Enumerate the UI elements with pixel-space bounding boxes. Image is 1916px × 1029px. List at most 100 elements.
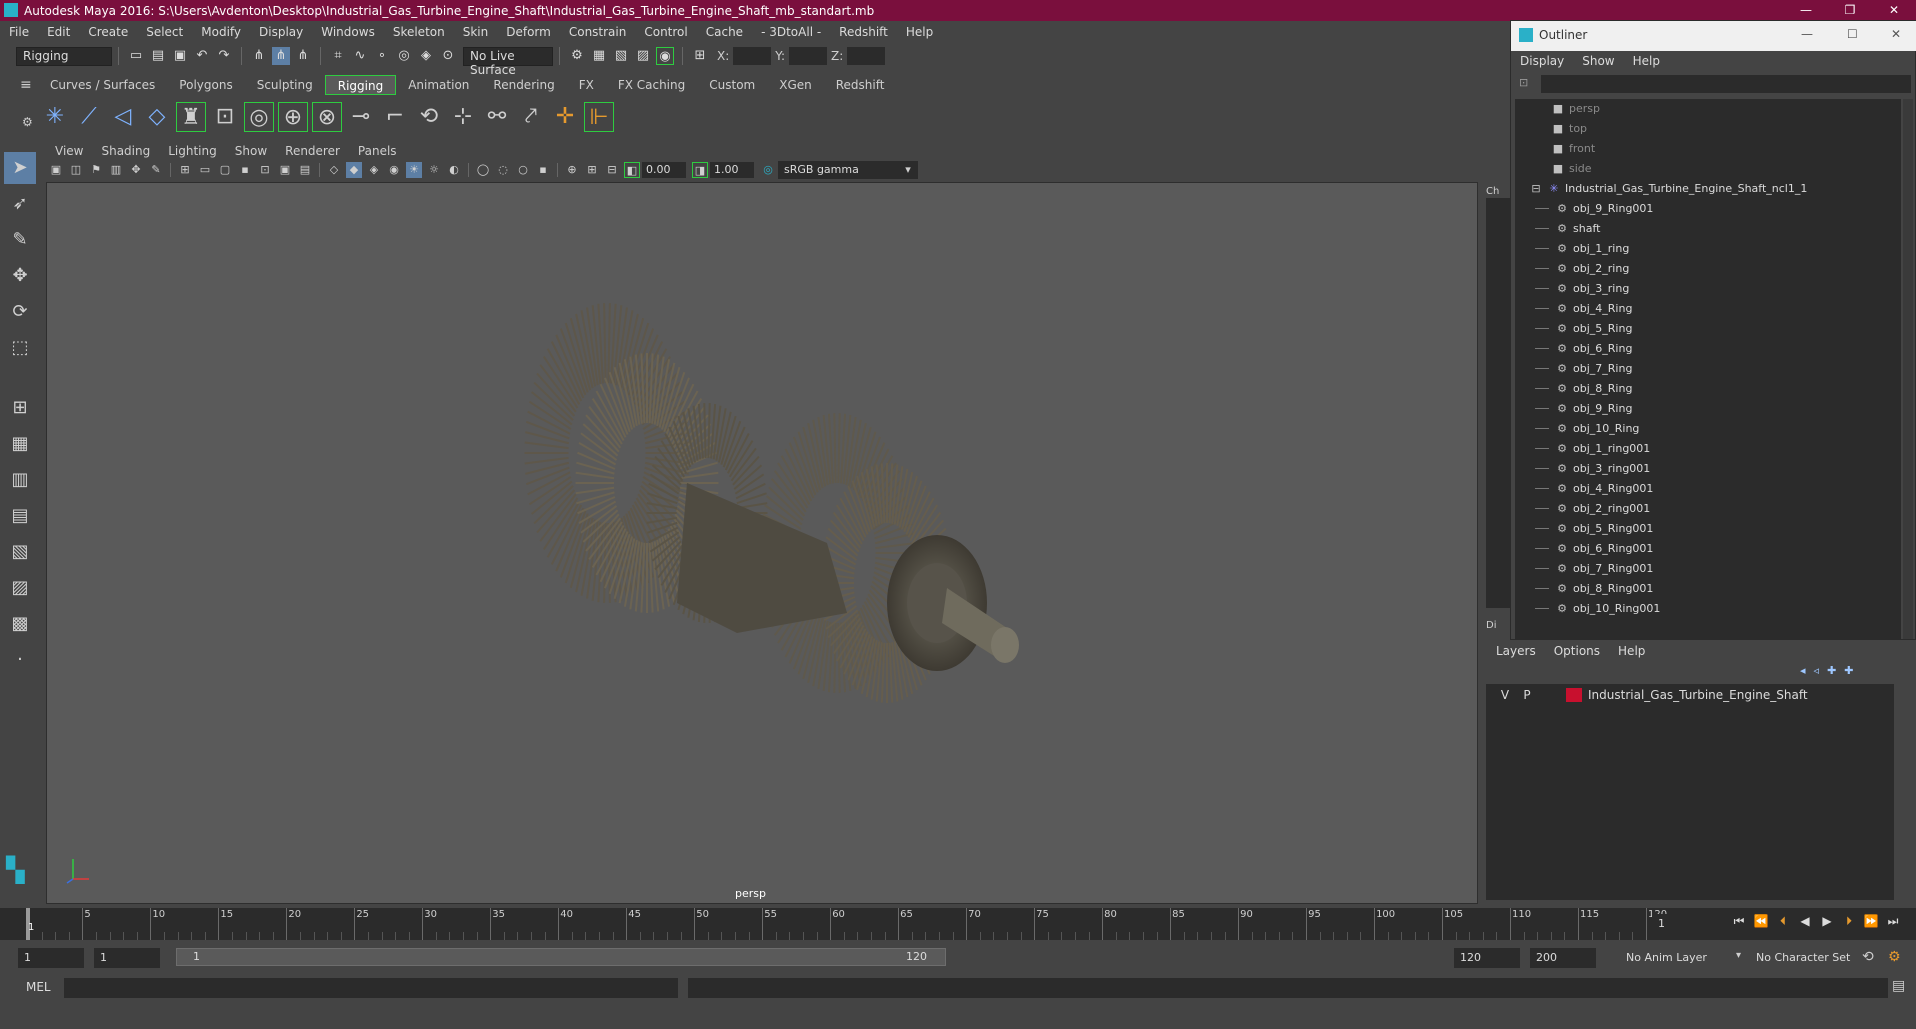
move-layer-down-icon[interactable]: ◃ <box>1814 664 1820 677</box>
render-settings-icon[interactable]: ⚙ <box>568 47 586 65</box>
joint-tool-icon[interactable]: ⟋ <box>74 102 104 132</box>
single-pane-icon[interactable]: ▦ <box>4 428 36 460</box>
outliner-item[interactable]: ⚙ obj_10_Ring001 <box>1515 599 1901 619</box>
rotate-tool-icon[interactable]: ⟳ <box>4 296 36 328</box>
select-hierarchy-icon[interactable]: ⋔ <box>250 47 268 65</box>
menu-edit[interactable]: Edit <box>38 25 79 39</box>
frame-all-icon[interactable]: ⊞ <box>584 162 600 178</box>
shelf-menu-icon[interactable]: ≡ <box>20 77 32 93</box>
menu-help[interactable]: Help <box>897 25 942 39</box>
chevron-down-icon[interactable]: ▾ <box>1736 950 1741 961</box>
parent-constraint-icon[interactable]: ⌐ <box>380 102 410 132</box>
point-constraint-icon[interactable]: ⟲ <box>414 102 444 132</box>
outliner-item[interactable]: ⚙ obj_8_Ring001 <box>1515 579 1901 599</box>
menu-modify[interactable]: Modify <box>192 25 250 39</box>
outliner-item[interactable]: ⚙ obj_7_Ring <box>1515 359 1901 379</box>
outliner-item[interactable]: ⚙ obj_9_Ring <box>1515 399 1901 419</box>
menu-3dtoall[interactable]: - 3DtoAll - <box>752 25 830 39</box>
outliner-scrollbar[interactable] <box>1903 99 1913 639</box>
vp-menu-show[interactable]: Show <box>226 144 276 158</box>
maximize-icon[interactable]: ☐ <box>1847 27 1858 41</box>
pole-vector-icon[interactable]: ✛ <box>550 102 580 132</box>
smooth-shade-icon[interactable]: ◆ <box>346 162 362 178</box>
open-scene-icon[interactable]: ▤ <box>149 47 167 65</box>
locator-icon[interactable]: ✳ <box>40 102 70 132</box>
anim-layer-dropdown[interactable]: No Anim Layer <box>1620 948 1738 968</box>
new-layer-icon[interactable]: ✚ <box>1827 664 1836 677</box>
tab-curves-surfaces[interactable]: Curves / Surfaces <box>38 75 167 95</box>
close-icon[interactable]: ✕ <box>1891 27 1901 41</box>
minimize-button[interactable]: — <box>1784 0 1828 21</box>
gamma-icon[interactable]: ◨ <box>692 162 708 178</box>
wireframe-on-shaded-icon[interactable]: ◈ <box>366 162 382 178</box>
tab-sculpting[interactable]: Sculpting <box>245 75 325 95</box>
undo-icon[interactable]: ↶ <box>193 47 211 65</box>
go-to-end-icon[interactable]: ⏭ <box>1882 910 1904 932</box>
last-tool-icon[interactable]: ⊞ <box>4 392 36 424</box>
resolution-gate-icon[interactable]: ▢ <box>217 162 233 178</box>
tab-xgen[interactable]: XGen <box>767 75 824 95</box>
layer-menu-options[interactable]: Options <box>1554 644 1610 658</box>
outliner-item[interactable]: ⚙ obj_1_ring001 <box>1515 439 1901 459</box>
render-frame-icon[interactable]: ▦ <box>590 47 608 65</box>
hik-icon[interactable]: ♜ <box>176 102 206 132</box>
xray-icon[interactable]: ◯ <box>475 162 491 178</box>
shadows-icon[interactable]: ☼ <box>426 162 442 178</box>
menu-skin[interactable]: Skin <box>454 25 498 39</box>
bind-skin-icon[interactable]: ⊸ <box>346 102 376 132</box>
tab-animation[interactable]: Animation <box>396 75 481 95</box>
ik-handle-icon[interactable]: ◁ <box>108 102 138 132</box>
outliner-item[interactable]: ⚙ obj_6_Ring001 <box>1515 539 1901 559</box>
tab-rendering[interactable]: Rendering <box>481 75 566 95</box>
ik-spline-icon[interactable]: ◇ <box>142 102 172 132</box>
layout-more-icon[interactable]: · <box>4 644 36 676</box>
lasso-tool-icon[interactable]: ➶ <box>4 188 36 220</box>
sculpt-deformer-icon[interactable]: ⊗ <box>312 102 342 132</box>
tab-rigging[interactable]: Rigging <box>324 75 397 95</box>
tab-redshift[interactable]: Redshift <box>824 75 897 95</box>
x-field[interactable] <box>733 47 772 65</box>
display-tab[interactable]: Di <box>1486 620 1496 631</box>
render-view-icon[interactable]: ▨ <box>634 47 652 65</box>
vp-menu-panels[interactable]: Panels <box>349 144 406 158</box>
outliner-item[interactable]: ⚙ obj_3_ring001 <box>1515 459 1901 479</box>
outliner-item[interactable]: ⚙ obj_10_Ring <box>1515 419 1901 439</box>
filter-icon[interactable]: ⊡ <box>1519 76 1528 89</box>
tab-fx-caching[interactable]: FX Caching <box>606 75 697 95</box>
close-button[interactable]: ✕ <box>1872 0 1916 21</box>
layer-color-swatch[interactable] <box>1566 688 1582 702</box>
transform-mode-icon[interactable]: ⊞ <box>691 47 709 65</box>
outliner-item[interactable]: ⚙ obj_4_Ring <box>1515 299 1901 319</box>
outliner-item[interactable]: ⚙ obj_3_ring <box>1515 279 1901 299</box>
play-backward-icon[interactable]: ◀ <box>1794 910 1816 932</box>
menu-redshift[interactable]: Redshift <box>830 25 897 39</box>
bookmark-icon[interactable]: ⚑ <box>88 162 104 178</box>
command-language-label[interactable]: MEL <box>26 980 51 994</box>
layer-playback-toggle[interactable]: P <box>1516 684 1538 706</box>
wireframe-icon[interactable]: ◇ <box>326 162 342 178</box>
select-component-icon[interactable]: ⋔ <box>294 47 312 65</box>
outliner-item[interactable]: ⚙ obj_2_ring <box>1515 259 1901 279</box>
cluster-icon[interactable]: ⊡ <box>210 102 240 132</box>
current-frame-field[interactable]: 1 <box>1652 914 1718 934</box>
backface-icon[interactable]: ○ <box>515 162 531 178</box>
minimize-icon[interactable]: — <box>1801 27 1813 41</box>
outliner-camera-persp[interactable]: ■ persp <box>1515 99 1901 119</box>
new-scene-icon[interactable]: ▭ <box>127 47 145 65</box>
color-management-icon[interactable]: ◎ <box>760 162 776 178</box>
exposure-icon[interactable]: ◧ <box>624 162 640 178</box>
outliner-group[interactable]: ⊟ ✳ Industrial_Gas_Turbine_Engine_Shaft_nc… <box>1515 179 1901 199</box>
layer-visibility-toggle[interactable]: V <box>1494 684 1516 706</box>
layer-menu-help[interactable]: Help <box>1618 644 1655 658</box>
vp-menu-view[interactable]: View <box>46 144 92 158</box>
collapse-icon[interactable]: ⊟ <box>1529 179 1543 199</box>
vp-menu-renderer[interactable]: Renderer <box>276 144 349 158</box>
live-surface-field[interactable]: No Live Surface <box>463 46 553 77</box>
vp-menu-lighting[interactable]: Lighting <box>159 144 226 158</box>
outliner-item[interactable]: ⚙ obj_5_Ring <box>1515 319 1901 339</box>
select-object-icon[interactable]: ⋔ <box>272 47 290 65</box>
set-driven-key-icon[interactable]: ⊩ <box>584 102 614 132</box>
gamma-field[interactable]: 1.00 <box>710 162 754 178</box>
wrap-icon[interactable]: ⊕ <box>278 102 308 132</box>
outliner-camera-side[interactable]: ■ side <box>1515 159 1901 179</box>
